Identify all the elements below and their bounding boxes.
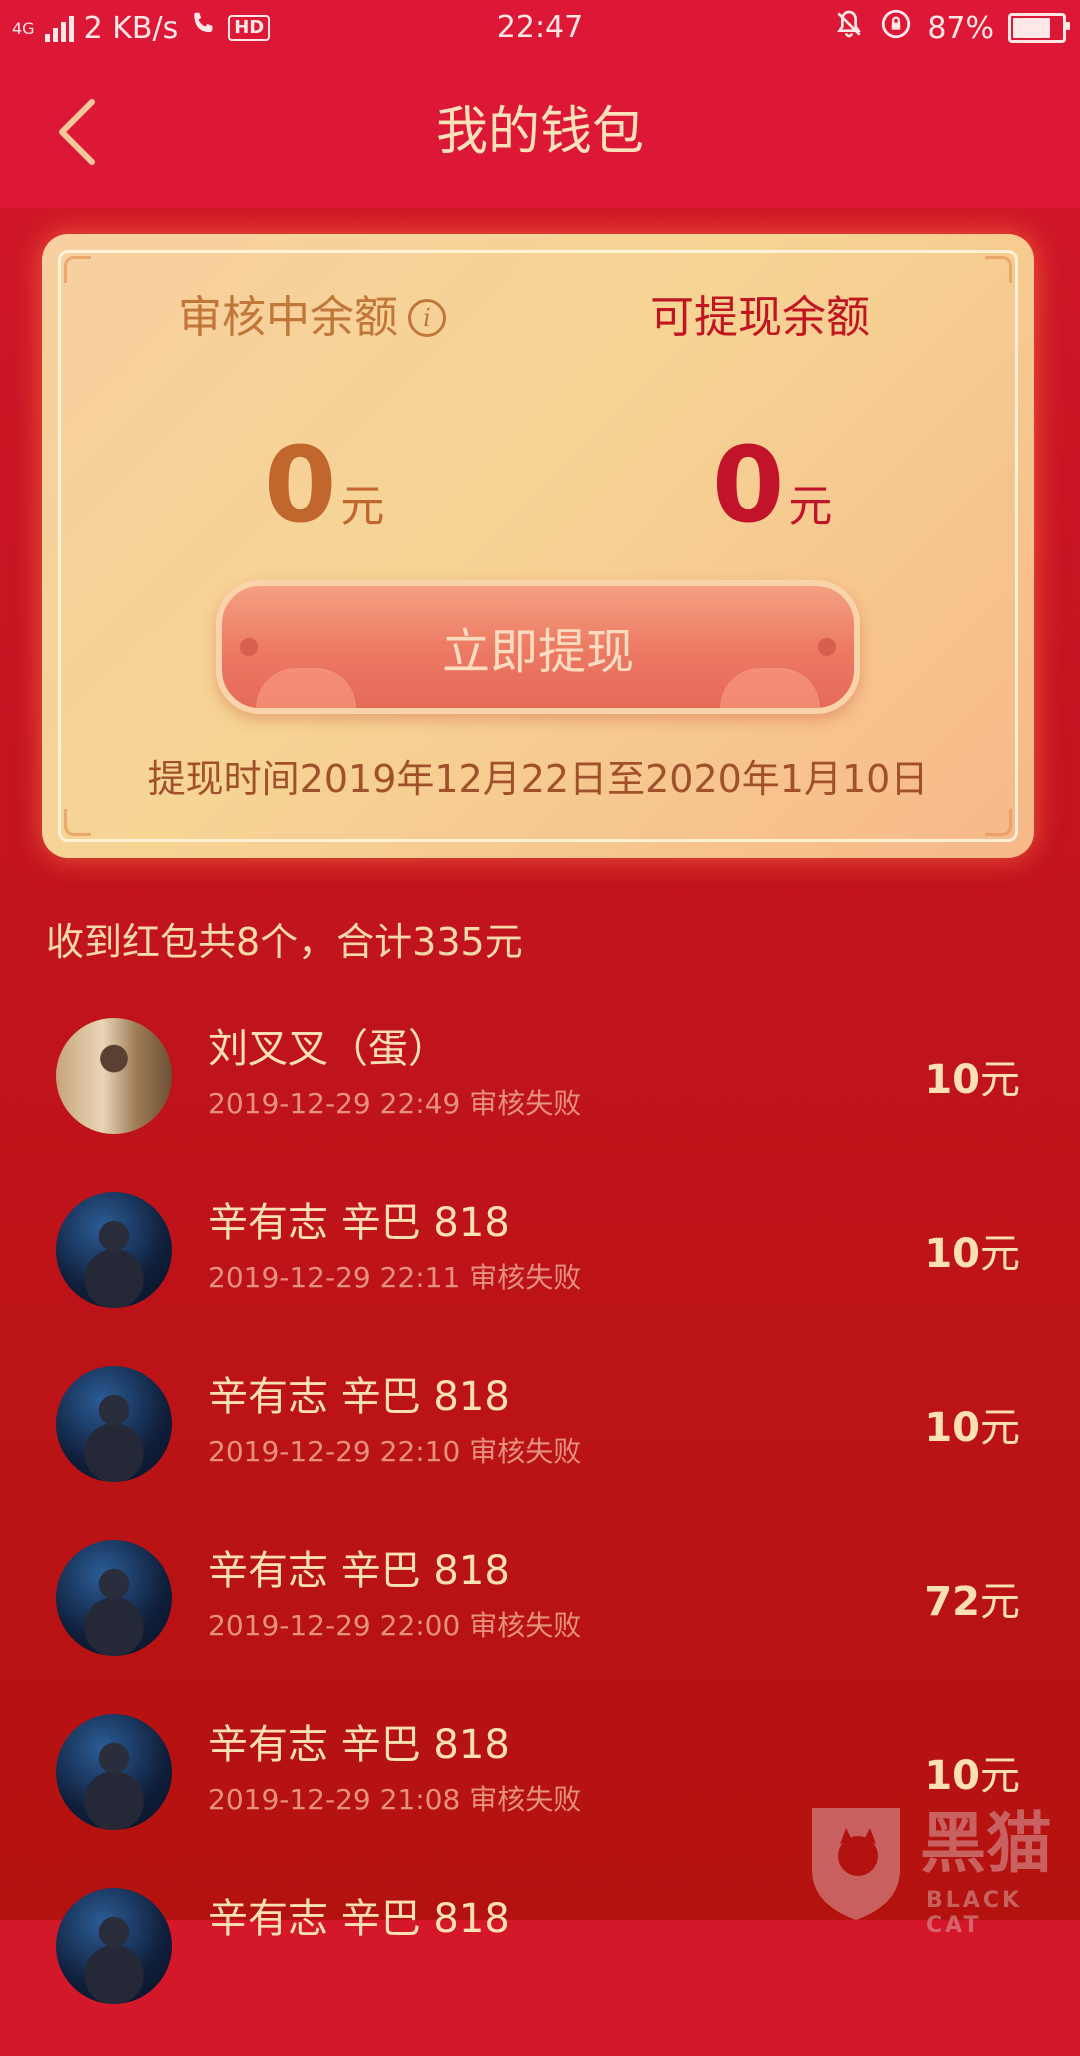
withdrawable-amount-unit: 元 [788, 481, 833, 532]
avatar [56, 1018, 172, 1134]
wallet-card: 审核中余额 i 可提现余额 0 元 0 元 立即提现 提现时间2019年12月2… [42, 234, 1034, 858]
withdraw-now-label: 立即提现 [441, 624, 634, 680]
info-icon[interactable]: i [408, 299, 446, 337]
avatar [56, 1366, 172, 1482]
pending-balance-amount: 0 元 [264, 426, 384, 544]
rotation-lock-icon [879, 7, 913, 49]
battery-icon [1008, 13, 1070, 43]
corner-ornament [64, 809, 91, 836]
withdrawable-balance-label: 可提现余额 [650, 292, 870, 343]
avatar [56, 1888, 172, 2004]
black-cat-watermark: 黑猫 BLACK CAT [808, 1804, 1080, 1938]
amount-value: 10 [924, 1231, 980, 1277]
amount-unit: 元 [980, 1057, 1020, 1103]
battery-percent: 87% [927, 10, 994, 46]
sender-name: 刘叉叉（蛋） [208, 1026, 448, 1072]
withdraw-time-text: 提现时间2019年12月22日至2020年1月10日 [147, 757, 929, 801]
red-packet-summary: 收到红包共8个，合计335元 [46, 920, 523, 964]
sender-name: 辛有志 辛巴 818 [208, 1200, 510, 1246]
watermark-subtext: BLACK CAT [926, 1888, 1023, 1938]
amount-unit: 元 [980, 1579, 1020, 1625]
amount-value: 10 [924, 1405, 980, 1451]
pending-balance-label: 审核中余额 [178, 292, 398, 343]
mute-bell-icon [833, 8, 865, 48]
item-amount: 10元 [924, 1400, 1020, 1456]
item-amount: 10元 [924, 1226, 1020, 1282]
item-amount: 10元 [924, 1748, 1020, 1804]
item-time-status: 2019-12-29 22:49 审核失败 [208, 1087, 582, 1120]
item-time-status: 2019-12-29 22:11 审核失败 [208, 1261, 582, 1294]
sender-name: 辛有志 辛巴 818 [208, 1374, 510, 1420]
list-item[interactable]: 辛有志 辛巴 818 2019-12-29 22:00 审核失败 72元 [0, 1534, 1080, 1708]
item-amount: 10元 [924, 1052, 1020, 1108]
avatar [56, 1714, 172, 1830]
app-header: 我的钱包 [0, 56, 1080, 208]
sender-name: 辛有志 辛巴 818 [208, 1896, 510, 1942]
corner-ornament [985, 809, 1012, 836]
list-item[interactable]: 刘叉叉（蛋） 2019-12-29 22:49 审核失败 10元 [0, 1012, 1080, 1186]
page-title: 我的钱包 [435, 102, 644, 162]
amount-value: 10 [924, 1753, 980, 1799]
sender-name: 辛有志 辛巴 818 [208, 1722, 510, 1768]
status-bar: 4G 2 KB/s HD 22:47 87% [0, 0, 1080, 56]
item-time-status: 2019-12-29 22:10 审核失败 [208, 1435, 582, 1468]
corner-ornament [64, 256, 91, 283]
avatar [56, 1192, 172, 1308]
watermark-text: 黑猫 [920, 1805, 1052, 1882]
list-item[interactable]: 辛有志 辛巴 818 2019-12-29 22:10 审核失败 10元 [0, 1360, 1080, 1534]
amount-unit: 元 [980, 1231, 1020, 1277]
status-right: 87% [833, 7, 1070, 49]
sender-name: 辛有志 辛巴 818 [208, 1548, 510, 1594]
pending-amount-value: 0 [264, 424, 337, 546]
corner-ornament [985, 256, 1012, 283]
item-time-status: 2019-12-29 22:00 审核失败 [208, 1609, 582, 1642]
amount-unit: 元 [980, 1405, 1020, 1451]
amount-unit: 元 [980, 1753, 1020, 1799]
list-item[interactable]: 辛有志 辛巴 818 2019-12-29 22:11 审核失败 10元 [0, 1186, 1080, 1360]
withdraw-now-button[interactable]: 立即提现 [216, 580, 860, 714]
withdrawable-amount-value: 0 [712, 424, 785, 546]
pending-balance-label-group: 审核中余额 i [178, 288, 446, 348]
amount-value: 72 [924, 1579, 980, 1625]
amount-value: 10 [924, 1057, 980, 1103]
item-time-status: 2019-12-29 21:08 审核失败 [208, 1783, 582, 1816]
item-amount: 72元 [924, 1574, 1020, 1630]
avatar [56, 1540, 172, 1656]
pending-amount-unit: 元 [340, 481, 385, 532]
withdrawable-balance-amount: 0 元 [712, 426, 832, 544]
